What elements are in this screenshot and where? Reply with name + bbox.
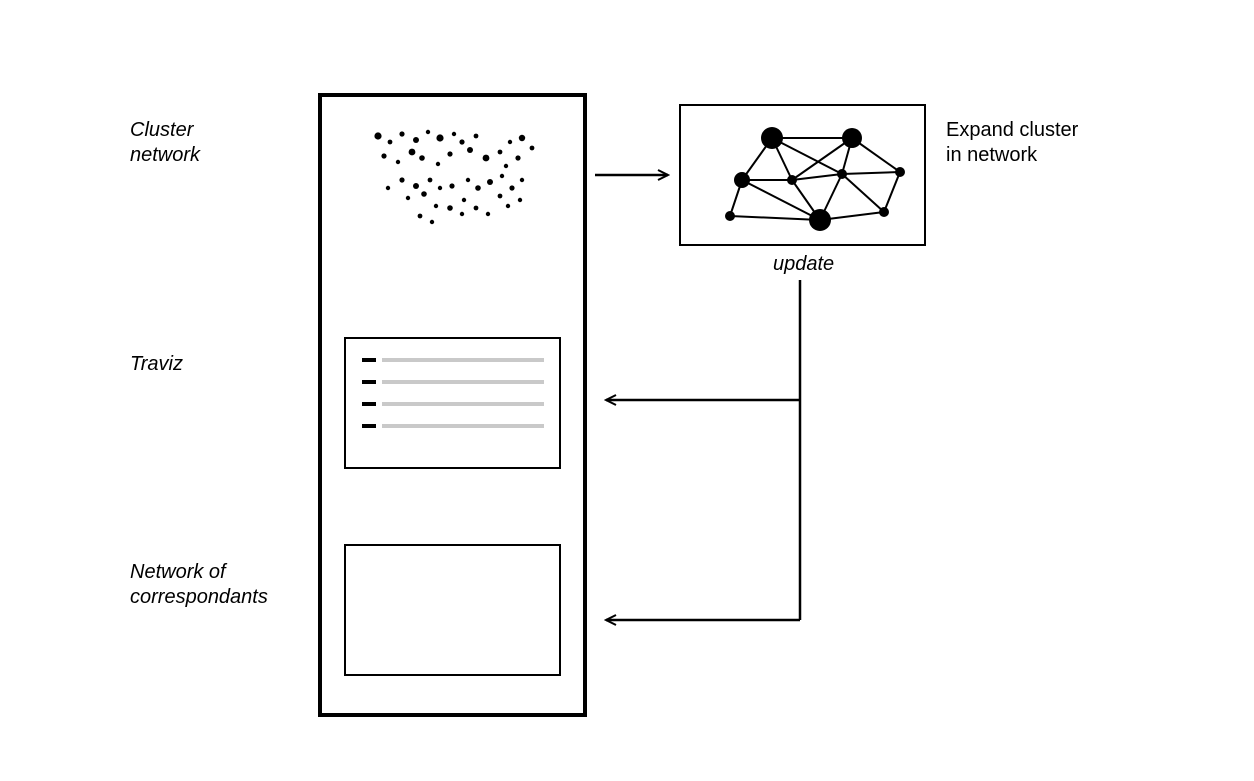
diagram-canvas: Cluster network Traviz Network of corres… bbox=[0, 0, 1254, 781]
network-graph-icon bbox=[725, 127, 905, 231]
cluster-dots-icon bbox=[374, 130, 534, 224]
diagram-svg bbox=[0, 0, 1254, 781]
panel-correspondants-box bbox=[345, 545, 560, 675]
panel-expanded-box bbox=[680, 105, 925, 245]
list-icon bbox=[362, 360, 544, 426]
